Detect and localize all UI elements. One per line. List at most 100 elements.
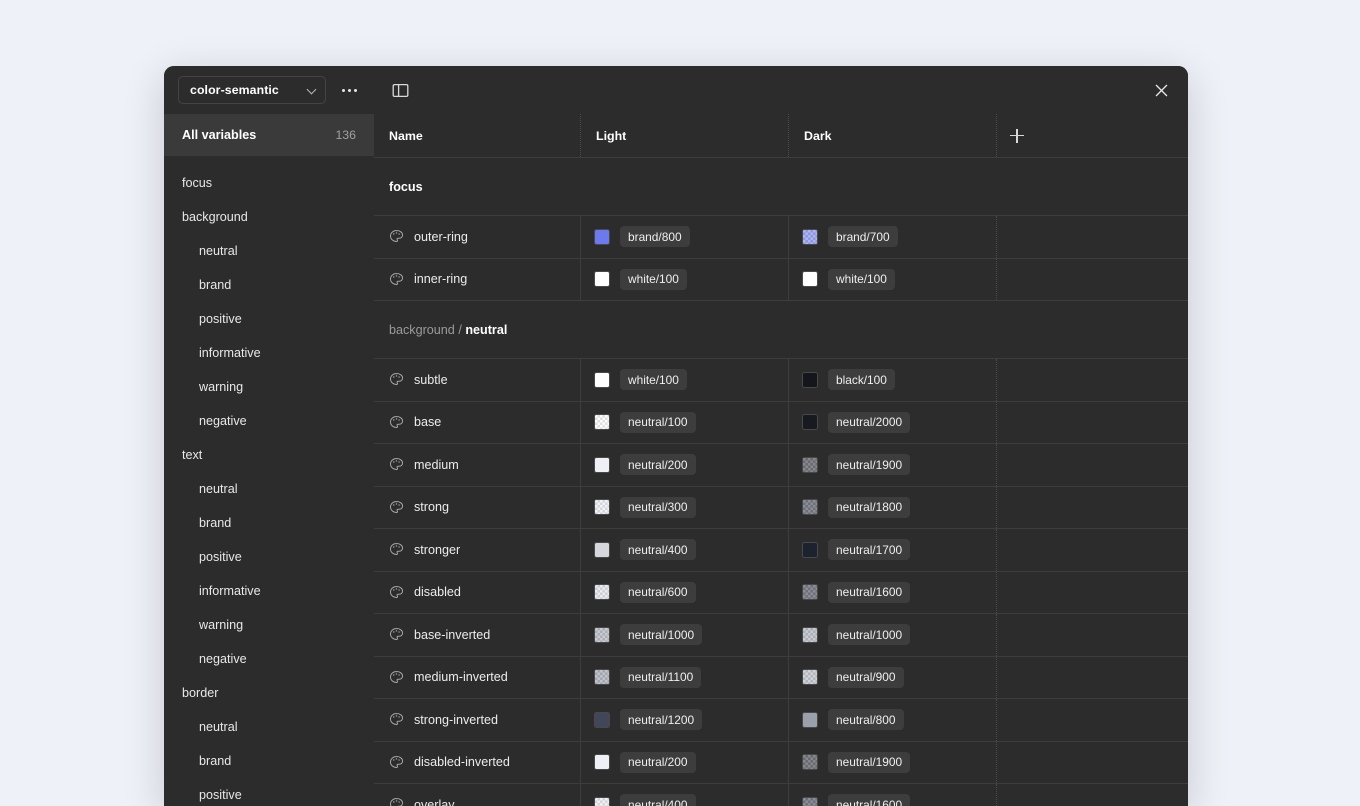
table-row[interactable]: medium-inverted neutral/1100 neutral/900 (374, 656, 1188, 699)
cell-name[interactable]: subtle (374, 359, 580, 401)
sidebar-item-background[interactable]: background (164, 200, 374, 234)
token-alias-pill[interactable]: neutral/400 (620, 539, 696, 561)
table-row[interactable]: base neutral/100 neutral/2000 (374, 401, 1188, 444)
token-alias-pill[interactable]: neutral/300 (620, 496, 696, 518)
collection-dropdown[interactable]: color-semantic (178, 76, 326, 104)
cell-name[interactable]: medium (374, 444, 580, 486)
cell-name[interactable]: strong (374, 487, 580, 529)
cell-dark[interactable]: neutral/1800 (788, 486, 996, 528)
token-alias-pill[interactable]: neutral/800 (828, 709, 904, 731)
color-swatch[interactable] (802, 499, 818, 516)
column-header-light[interactable]: Light (580, 114, 788, 157)
color-swatch[interactable] (594, 228, 610, 245)
sidebar-item-text[interactable]: text (164, 438, 374, 472)
table-row[interactable]: strong neutral/300 neutral/1800 (374, 486, 1188, 529)
color-swatch[interactable] (594, 626, 610, 643)
cell-name[interactable]: outer-ring (374, 216, 580, 258)
cell-light[interactable]: white/100 (580, 359, 788, 401)
color-swatch[interactable] (802, 414, 818, 431)
token-alias-pill[interactable]: neutral/600 (620, 581, 696, 603)
color-swatch[interactable] (594, 371, 610, 388)
sidebar-item-neutral[interactable]: neutral (164, 472, 374, 506)
color-swatch[interactable] (594, 711, 610, 728)
color-swatch[interactable] (594, 669, 610, 686)
cell-dark[interactable]: neutral/900 (788, 656, 996, 698)
cell-light[interactable]: brand/800 (580, 216, 788, 258)
cell-dark[interactable]: neutral/1000 (788, 614, 996, 656)
table-row[interactable]: outer-ring brand/800 brand/700 (374, 216, 1188, 259)
cell-light[interactable]: neutral/600 (580, 571, 788, 613)
table-row[interactable]: overlay neutral/400 neutral/1600 (374, 784, 1188, 806)
token-alias-pill[interactable]: white/100 (620, 268, 687, 290)
column-header-name[interactable]: Name (374, 114, 580, 157)
sidebar-item-negative[interactable]: negative (164, 404, 374, 438)
table-row[interactable]: strong-inverted neutral/1200 neutral/800 (374, 699, 1188, 742)
color-swatch[interactable] (802, 228, 818, 245)
color-swatch[interactable] (802, 541, 818, 558)
cell-light[interactable]: neutral/200 (580, 444, 788, 486)
color-swatch[interactable] (802, 371, 818, 388)
color-swatch[interactable] (594, 584, 610, 601)
cell-dark[interactable]: neutral/2000 (788, 401, 996, 443)
token-alias-pill[interactable]: neutral/900 (828, 666, 904, 688)
sidebar-item-negative[interactable]: negative (164, 642, 374, 676)
token-alias-pill[interactable]: white/100 (620, 369, 687, 391)
token-alias-pill[interactable]: neutral/1000 (828, 624, 911, 646)
cell-dark[interactable]: neutral/1600 (788, 571, 996, 613)
token-alias-pill[interactable]: neutral/1700 (828, 539, 911, 561)
table-row[interactable]: disabled neutral/600 neutral/1600 (374, 571, 1188, 614)
sidebar-item-brand[interactable]: brand (164, 268, 374, 302)
token-alias-pill[interactable]: neutral/2000 (828, 411, 911, 433)
token-alias-pill[interactable]: neutral/1800 (828, 496, 911, 518)
token-alias-pill[interactable]: neutral/1100 (620, 666, 702, 688)
cell-dark[interactable]: neutral/1700 (788, 529, 996, 571)
close-icon[interactable] (1148, 77, 1174, 103)
cell-light[interactable]: neutral/1000 (580, 614, 788, 656)
token-alias-pill[interactable]: neutral/1600 (828, 581, 911, 603)
cell-dark[interactable]: neutral/1900 (788, 741, 996, 783)
token-alias-pill[interactable]: neutral/200 (620, 751, 696, 773)
color-swatch[interactable] (802, 711, 818, 728)
group-header-row[interactable]: focus (374, 158, 1188, 216)
token-alias-pill[interactable]: brand/700 (828, 226, 898, 248)
cell-light[interactable]: neutral/200 (580, 741, 788, 783)
sidebar-item-neutral[interactable]: neutral (164, 710, 374, 744)
sidebar-item-positive[interactable]: positive (164, 302, 374, 336)
sidebar-item-neutral[interactable]: neutral (164, 234, 374, 268)
cell-name[interactable]: inner-ring (374, 259, 580, 301)
color-swatch[interactable] (594, 796, 610, 806)
table-row[interactable]: inner-ring white/100 white/100 (374, 258, 1188, 301)
token-alias-pill[interactable]: white/100 (828, 268, 895, 290)
cell-dark[interactable]: brand/700 (788, 216, 996, 258)
color-swatch[interactable] (594, 456, 610, 473)
color-swatch[interactable] (594, 271, 610, 288)
cell-dark[interactable]: black/100 (788, 359, 996, 401)
cell-dark[interactable]: neutral/1600 (788, 784, 996, 806)
group-header-row[interactable]: background / neutral (374, 301, 1188, 359)
table-row[interactable]: medium neutral/200 neutral/1900 (374, 444, 1188, 487)
cell-light[interactable]: neutral/300 (580, 486, 788, 528)
token-alias-pill[interactable]: neutral/400 (620, 794, 696, 806)
token-alias-pill[interactable]: neutral/1900 (828, 751, 911, 773)
table-row[interactable]: disabled-inverted neutral/200 neutral/1900 (374, 741, 1188, 784)
cell-name[interactable]: stronger (374, 529, 580, 571)
table-row[interactable]: stronger neutral/400 neutral/1700 (374, 529, 1188, 572)
column-header-add[interactable] (996, 114, 1188, 157)
cell-name[interactable]: base (374, 402, 580, 444)
color-swatch[interactable] (802, 754, 818, 771)
sidebar-item-focus[interactable]: focus (164, 166, 374, 200)
cell-light[interactable]: neutral/1100 (580, 656, 788, 698)
table-row[interactable]: subtle white/100 black/100 (374, 359, 1188, 402)
cell-name[interactable]: strong-inverted (374, 699, 580, 741)
color-swatch[interactable] (802, 456, 818, 473)
sidebar-item-informative[interactable]: informative (164, 336, 374, 370)
sidebar-item-border[interactable]: border (164, 676, 374, 710)
cell-light[interactable]: white/100 (580, 258, 788, 300)
sidebar-item-warning[interactable]: warning (164, 370, 374, 404)
color-swatch[interactable] (594, 754, 610, 771)
cell-dark[interactable]: white/100 (788, 258, 996, 300)
cell-light[interactable]: neutral/400 (580, 784, 788, 806)
cell-dark[interactable]: neutral/1900 (788, 444, 996, 486)
cell-name[interactable]: base-inverted (374, 614, 580, 656)
sidebar-item-brand[interactable]: brand (164, 506, 374, 540)
